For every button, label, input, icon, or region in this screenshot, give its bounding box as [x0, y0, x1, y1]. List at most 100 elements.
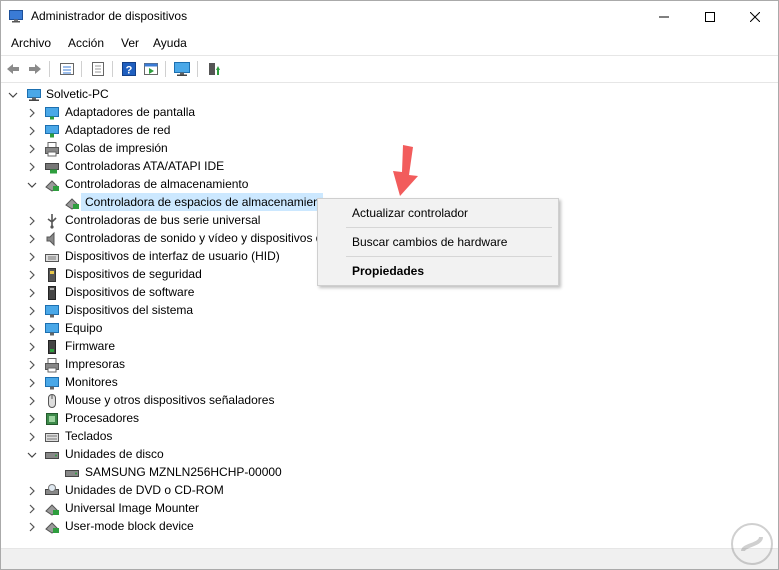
- chevron-down-icon: [27, 452, 37, 458]
- tree-item-mice[interactable]: Mouse y otros dispositivos señaladores: [65, 393, 274, 407]
- chevron-right-icon: [29, 252, 35, 262]
- scan-hardware-toolbar-button[interactable]: [173, 60, 191, 78]
- chevron-right-icon: [29, 342, 35, 352]
- tree-item-security-devices[interactable]: Dispositivos de seguridad: [65, 267, 202, 281]
- expand-chevron[interactable]: [27, 234, 37, 244]
- collapse-chevron[interactable]: [8, 90, 18, 100]
- tree-item-firmware[interactable]: Firmware: [65, 339, 115, 353]
- arrow-right-icon: [29, 64, 41, 74]
- tree-item-monitors[interactable]: Monitores: [65, 375, 118, 389]
- expand-chevron[interactable]: [27, 162, 37, 172]
- tree-item-universal-image-mounter[interactable]: Universal Image Mounter: [65, 501, 199, 515]
- usb-controller-icon: [47, 214, 57, 229]
- expand-chevron[interactable]: [27, 414, 37, 424]
- print-queue-icon: [45, 142, 59, 157]
- collapse-chevron[interactable]: [27, 450, 37, 460]
- expand-chevron[interactable]: [27, 522, 37, 532]
- tree-item-hid-devices[interactable]: Dispositivos de interfaz de usuario (HID…: [65, 249, 280, 263]
- forward-button[interactable]: [26, 60, 44, 78]
- tree-item-samsung-disk[interactable]: SAMSUNG MZNLN256HCHP-00000: [85, 465, 282, 479]
- chevron-down-icon: [27, 182, 37, 188]
- close-button[interactable]: [732, 1, 778, 32]
- monitor-icon: [45, 377, 59, 390]
- expand-chevron[interactable]: [27, 108, 37, 118]
- tree-item-disk-drives[interactable]: Unidades de disco: [65, 447, 164, 461]
- solvetic-watermark-logo: [731, 523, 773, 565]
- chevron-right-icon: [29, 522, 35, 532]
- expand-chevron[interactable]: [27, 360, 37, 370]
- chevron-right-icon: [29, 432, 35, 442]
- disk-drive-icon: [45, 452, 59, 459]
- close-icon: [750, 11, 760, 22]
- device-manager-app-icon: [9, 10, 23, 23]
- expand-chevron[interactable]: [27, 288, 37, 298]
- tree-item-user-mode-block-device[interactable]: User-mode block device: [65, 519, 194, 533]
- expand-chevron[interactable]: [27, 396, 37, 406]
- annotation-arrow-icon: [393, 145, 418, 196]
- menu-bar: Archivo Acción Ver Ayuda: [1, 32, 778, 54]
- expand-chevron[interactable]: [27, 324, 37, 334]
- view-list-button[interactable]: [58, 60, 76, 78]
- properties-menu-item[interactable]: Propiedades: [352, 264, 424, 278]
- expand-chevron[interactable]: [27, 486, 37, 496]
- firmware-icon: [48, 340, 56, 354]
- chevron-right-icon: [29, 234, 35, 244]
- action-toolbar-button[interactable]: [142, 60, 160, 78]
- properties-toolbar-button[interactable]: [89, 60, 107, 78]
- expand-chevron[interactable]: [27, 342, 37, 352]
- toolbar: ?: [1, 55, 778, 83]
- help-button[interactable]: ?: [120, 60, 138, 78]
- chevron-right-icon: [29, 270, 35, 280]
- tree-item-computer[interactable]: Equipo: [65, 321, 102, 335]
- tree-root-label[interactable]: Solvetic-PC: [46, 87, 109, 101]
- tree-item-system-devices[interactable]: Dispositivos del sistema: [65, 303, 193, 317]
- collapse-chevron[interactable]: [27, 180, 37, 190]
- scan-hardware-menu-item[interactable]: Buscar cambios de hardware: [352, 235, 507, 249]
- tree-item-ata-controllers[interactable]: Controladoras ATA/ATAPI IDE: [65, 159, 224, 173]
- tree-item-keyboards[interactable]: Teclados: [65, 429, 112, 443]
- menu-ver[interactable]: Ver: [121, 36, 139, 50]
- tree-item-processors[interactable]: Procesadores: [65, 411, 139, 425]
- tree-item-storage-controllers[interactable]: Controladoras de almacenamiento: [65, 177, 248, 191]
- menu-ayuda[interactable]: Ayuda: [153, 36, 187, 50]
- expand-chevron[interactable]: [27, 252, 37, 262]
- chevron-down-icon: [8, 92, 18, 98]
- tree-item-print-queues[interactable]: Colas de impresión: [65, 141, 168, 155]
- expand-chevron[interactable]: [27, 504, 37, 514]
- storage-controller-icon: [45, 180, 59, 192]
- minimize-button[interactable]: [641, 1, 687, 32]
- storage-spaces-controller-icon: [65, 198, 79, 210]
- maximize-button[interactable]: [687, 1, 733, 32]
- processor-icon: [46, 413, 58, 425]
- security-device-icon: [48, 268, 56, 282]
- expand-chevron[interactable]: [27, 432, 37, 442]
- back-button[interactable]: [4, 60, 22, 78]
- chevron-right-icon: [29, 378, 35, 388]
- expand-chevron[interactable]: [27, 378, 37, 388]
- status-bar: [1, 548, 778, 569]
- context-menu-divider: [346, 227, 552, 228]
- computer-icon: [27, 89, 41, 101]
- update-driver-menu-item[interactable]: Actualizar controlador: [352, 206, 468, 220]
- tree-item-network-adapters[interactable]: Adaptadores de red: [65, 123, 170, 137]
- tree-item-dvd-drives[interactable]: Unidades de DVD o CD-ROM: [65, 483, 224, 497]
- tree-item-display-adapters[interactable]: Adaptadores de pantalla: [65, 105, 195, 119]
- context-menu-divider: [346, 256, 552, 257]
- document-icon: [92, 62, 104, 76]
- expand-chevron[interactable]: [27, 216, 37, 226]
- tree-item-storage-spaces-controller[interactable]: Controladora de espacios de almacenamien…: [85, 195, 323, 209]
- menu-accion[interactable]: Acción: [68, 36, 104, 50]
- tree-item-usb-controllers[interactable]: Controladoras de bus serie universal: [65, 213, 260, 227]
- expand-chevron[interactable]: [27, 144, 37, 154]
- expand-chevron[interactable]: [27, 126, 37, 136]
- printer-icon: [45, 358, 59, 373]
- chevron-right-icon: [29, 162, 35, 172]
- menu-archivo[interactable]: Archivo: [11, 36, 51, 50]
- tree-item-printers[interactable]: Impresoras: [65, 357, 125, 371]
- tree-item-software-devices[interactable]: Dispositivos de software: [65, 285, 194, 299]
- expand-chevron[interactable]: [27, 306, 37, 316]
- expand-chevron[interactable]: [27, 270, 37, 280]
- chevron-right-icon: [29, 504, 35, 514]
- update-driver-toolbar-button[interactable]: [205, 60, 223, 78]
- tree-item-sound-controllers[interactable]: Controladoras de sonido y vídeo y dispos…: [65, 231, 322, 245]
